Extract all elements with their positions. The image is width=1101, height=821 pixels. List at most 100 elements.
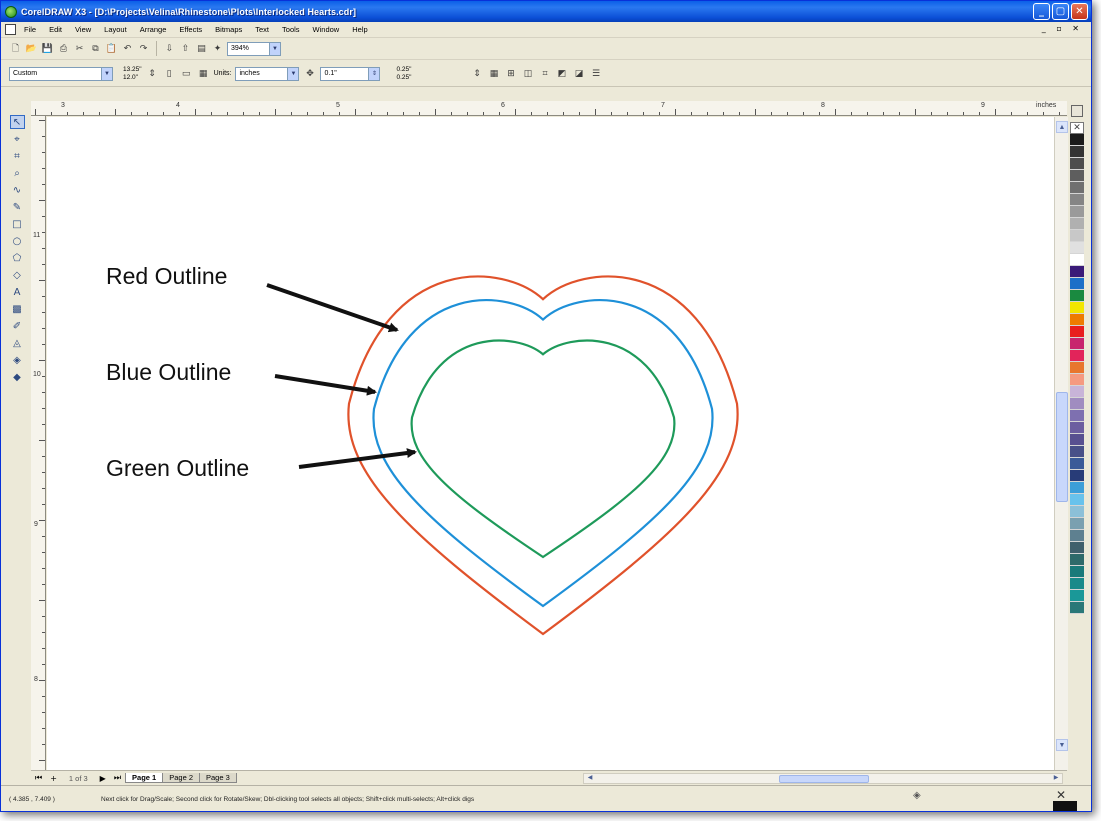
menu-tools[interactable]: Tools: [282, 25, 300, 34]
palette-swatch[interactable]: [1070, 434, 1084, 446]
horizontal-ruler[interactable]: 3 4 5 6 7 8 9 inches: [31, 101, 1067, 116]
palette-swatch[interactable]: [1070, 182, 1084, 194]
palette-swatch[interactable]: [1070, 446, 1084, 458]
palette-swatch[interactable]: [1070, 494, 1084, 506]
palette-swatch[interactable]: [1070, 566, 1084, 578]
palette-swatch[interactable]: [1070, 422, 1084, 434]
spin-arrows-icon[interactable]: ⇕: [470, 67, 483, 80]
palette-swatch[interactable]: [1070, 578, 1084, 590]
menu-bitmaps[interactable]: Bitmaps: [215, 25, 242, 34]
chevron-down-icon[interactable]: ▼: [101, 67, 112, 80]
palette-swatch[interactable]: [1070, 530, 1084, 542]
palette-swatch[interactable]: [1070, 230, 1084, 242]
fill-tool-icon[interactable]: ◈: [10, 353, 25, 367]
vertical-scrollbar[interactable]: ▲ ▼: [1054, 117, 1068, 770]
vertical-ruler[interactable]: 11 10 9 8: [31, 116, 46, 771]
nudge-offset-field[interactable]: 0.1" ⇕: [320, 66, 381, 81]
units-combo[interactable]: inches ▼: [235, 66, 300, 81]
palette-swatch[interactable]: [1070, 194, 1084, 206]
outline-tool-icon[interactable]: ◬: [10, 336, 25, 350]
scroll-down-icon[interactable]: ▼: [1056, 739, 1068, 751]
palette-swatch[interactable]: [1070, 302, 1084, 314]
tab-page-2[interactable]: Page 2: [162, 773, 200, 783]
palette-swatch[interactable]: [1070, 278, 1084, 290]
maximize-button[interactable]: ▢: [1052, 3, 1069, 20]
next-page-icon[interactable]: ▶: [100, 774, 106, 783]
palette-swatch[interactable]: [1070, 254, 1084, 266]
copy-icon[interactable]: ⧉: [89, 42, 102, 55]
first-page-icon[interactable]: ⏮: [35, 773, 42, 783]
fill-indicator-icon[interactable]: ◈: [913, 790, 921, 801]
palette-swatch[interactable]: [1070, 374, 1084, 386]
palette-swatch[interactable]: [1070, 206, 1084, 218]
scroll-up-icon[interactable]: ▲: [1056, 121, 1068, 133]
shape-tool-icon[interactable]: ⌖: [10, 132, 25, 146]
crop-tool-icon[interactable]: ⌗: [10, 149, 25, 163]
palette-swatch[interactable]: [1070, 146, 1084, 158]
horizontal-scroll-thumb[interactable]: [779, 775, 869, 783]
portrait-icon[interactable]: ▯: [163, 67, 176, 80]
paper-type-combo[interactable]: Custom ▼: [9, 66, 113, 81]
options-icon[interactable]: ☰: [589, 67, 602, 80]
red-outline-heart[interactable]: [347, 275, 739, 636]
menu-help[interactable]: Help: [352, 25, 367, 34]
palette-swatch[interactable]: [1070, 590, 1084, 602]
text-tool-icon[interactable]: A: [10, 285, 25, 299]
palette-swatch[interactable]: [1070, 398, 1084, 410]
palette-swatch[interactable]: [1070, 554, 1084, 566]
basic-shapes-tool-icon[interactable]: ◇: [10, 268, 25, 282]
spin-icon[interactable]: ⇕: [368, 67, 380, 80]
scroll-right-icon[interactable]: ▶: [1051, 774, 1061, 783]
snap-to-guidelines-icon[interactable]: ⊞: [504, 67, 517, 80]
add-page-icon[interactable]: +: [50, 774, 57, 783]
palette-swatch[interactable]: [1070, 266, 1084, 278]
snap-to-objects-icon[interactable]: ◫: [521, 67, 534, 80]
palette-swatch[interactable]: [1070, 218, 1084, 230]
outline-indicator-icon[interactable]: ✕: [1056, 788, 1066, 802]
palette-swatch[interactable]: [1070, 338, 1084, 350]
document-icon[interactable]: [5, 24, 16, 35]
menu-layout[interactable]: Layout: [104, 25, 127, 34]
palette-swatch[interactable]: [1070, 242, 1084, 254]
palette-swatch[interactable]: [1070, 506, 1084, 518]
palette-swatch[interactable]: [1070, 470, 1084, 482]
export-icon[interactable]: ⇧: [179, 42, 192, 55]
close-button[interactable]: ✕: [1071, 3, 1088, 20]
drawing-canvas[interactable]: Red Outline Blue Outline Green Outline: [47, 117, 1056, 770]
palette-swatch[interactable]: [1070, 458, 1084, 470]
tab-page-3[interactable]: Page 3: [199, 773, 237, 783]
page-width-field[interactable]: 13.25": [123, 66, 142, 74]
palette-swatch[interactable]: [1070, 362, 1084, 374]
menu-arrange[interactable]: Arrange: [140, 25, 167, 34]
interactive-blend-tool-icon[interactable]: ▩: [10, 302, 25, 316]
palette-options-icon[interactable]: [1071, 105, 1083, 117]
no-color-swatch[interactable]: ✕: [1070, 122, 1084, 134]
scroll-left-icon[interactable]: ◀: [585, 774, 595, 783]
vertical-scroll-thumb[interactable]: [1056, 392, 1068, 502]
horizontal-scrollbar[interactable]: ◀ ▶: [583, 773, 1063, 784]
application-launcher-icon[interactable]: ▤: [195, 42, 208, 55]
dynamic-guides-icon[interactable]: ⌗: [538, 67, 551, 80]
palette-swatch[interactable]: [1070, 386, 1084, 398]
menu-window[interactable]: Window: [313, 25, 340, 34]
palette-swatch[interactable]: [1070, 158, 1084, 170]
duplicate-x-field[interactable]: 0.25": [396, 66, 466, 74]
paste-icon[interactable]: 📋: [105, 42, 118, 55]
zoom-tool-icon[interactable]: ⌕: [10, 166, 25, 180]
palette-swatch[interactable]: [1070, 326, 1084, 338]
spin-arrows-icon[interactable]: ⇕: [146, 67, 159, 80]
palette-swatch[interactable]: [1070, 314, 1084, 326]
drawing-scale-icon[interactable]: ◪: [572, 67, 585, 80]
freehand-tool-icon[interactable]: ∿: [10, 183, 25, 197]
chevron-down-icon[interactable]: ▼: [269, 42, 280, 55]
smart-fill-tool-icon[interactable]: ✎: [10, 200, 25, 214]
last-page-icon[interactable]: ⏭: [114, 773, 121, 783]
menu-effects[interactable]: Effects: [179, 25, 202, 34]
eyedropper-tool-icon[interactable]: ✐: [10, 319, 25, 333]
pick-tool-icon[interactable]: ↖: [9, 115, 25, 129]
page-height-field[interactable]: 12.0": [123, 74, 142, 82]
green-outline-heart[interactable]: [410, 339, 676, 559]
palette-swatch[interactable]: [1070, 410, 1084, 422]
new-icon[interactable]: 🗋: [9, 42, 22, 55]
menu-file[interactable]: File: [24, 25, 36, 34]
